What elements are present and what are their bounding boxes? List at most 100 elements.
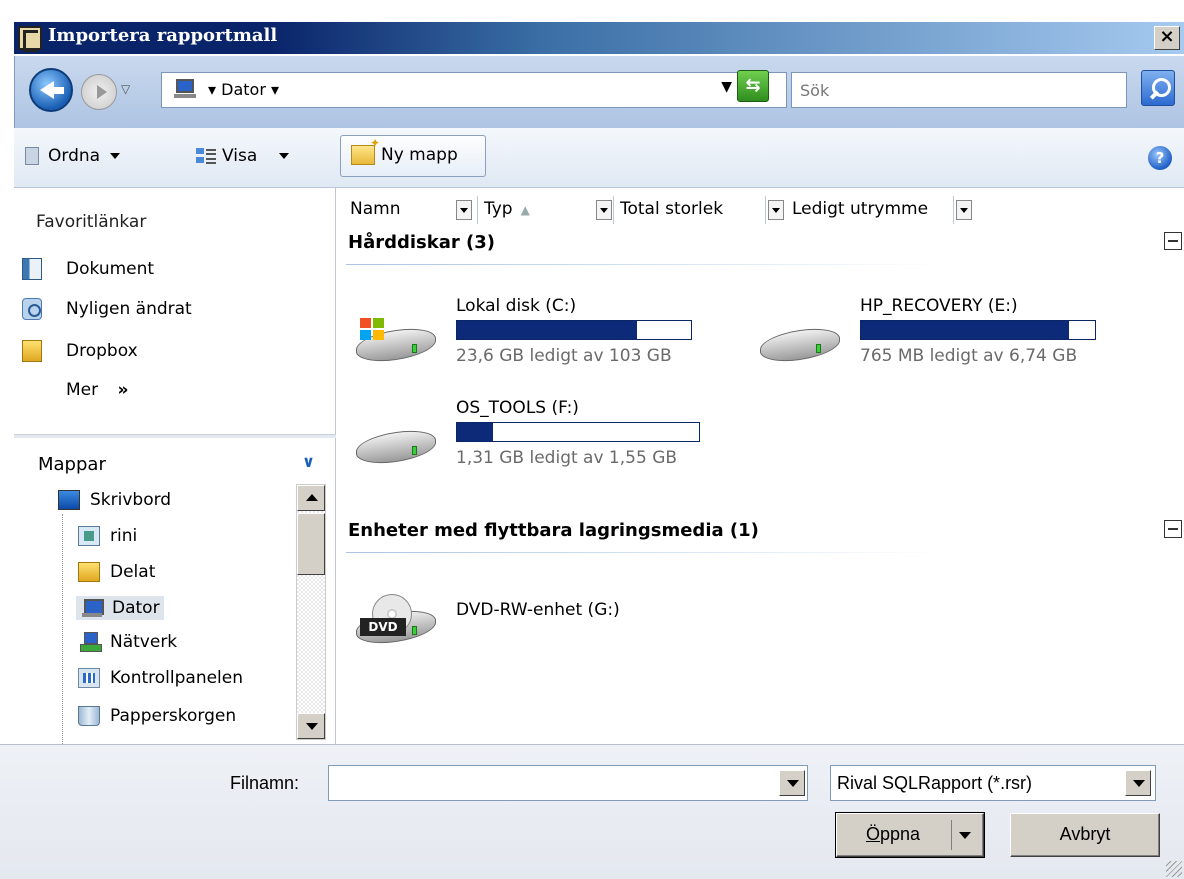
column-filter-dropdown[interactable] [956, 200, 972, 220]
filetype-value: Rival SQLRapport (*.rsr) [837, 773, 1033, 793]
visa-menu[interactable]: Visa [196, 146, 290, 166]
tree-connector [62, 514, 63, 750]
column-filter-dropdown[interactable] [768, 200, 784, 220]
collapse-group-button[interactable] [1164, 520, 1182, 538]
favorite-label: Dokument [66, 259, 155, 279]
new-folder-icon [351, 136, 380, 165]
open-rest: ppna [879, 824, 921, 844]
tree-item-network[interactable]: Nätverk [78, 632, 177, 652]
filename-dropdown-button[interactable] [779, 770, 805, 796]
open-button[interactable]: Öppna [836, 813, 984, 857]
group-header-hard-disks[interactable]: Hårddiskar (3) [348, 232, 495, 253]
recent-pages-dropdown-icon[interactable]: ▽ [121, 82, 130, 96]
control-panel-icon [78, 668, 100, 688]
chevron-down-icon [279, 153, 290, 159]
group-divider [346, 552, 946, 553]
filename-combobox[interactable] [328, 765, 808, 801]
title-bar-inner[interactable]: Importera rapportmall × [14, 22, 1184, 54]
pane-divider[interactable] [14, 434, 336, 438]
column-filter-dropdown[interactable] [456, 200, 472, 220]
column-header-total-size[interactable]: Total storlek [614, 196, 766, 224]
scroll-down-button[interactable] [297, 713, 325, 739]
column-header-type[interactable]: Typ ▲ [478, 196, 614, 224]
drive-usage-bar [456, 422, 700, 442]
column-label: Total storlek [620, 199, 724, 219]
filetype-select[interactable]: Rival SQLRapport (*.rsr) [830, 765, 1156, 801]
tree-item-computer[interactable]: Dator [76, 596, 164, 620]
breadcrumb[interactable]: ▾ Dator ▾ [208, 80, 279, 99]
app-icon [18, 26, 42, 52]
more-label: Mer [66, 380, 99, 400]
chevron-down-icon [110, 153, 121, 159]
address-bar: ▽ ▾ Dator ▾ ▼ ⇆ [14, 56, 1184, 128]
new-folder-label: Ny mapp [381, 145, 458, 165]
column-filter-dropdown[interactable] [596, 200, 612, 220]
favorites-header: Favoritlänkar [36, 212, 147, 232]
cancel-button[interactable]: Avbryt [1010, 813, 1160, 857]
close-button[interactable]: × [1154, 26, 1180, 50]
recent-icon [22, 298, 42, 320]
tree-item-control-panel[interactable]: Kontrollpanelen [78, 668, 243, 688]
drive-free-space: 765 MB ledigt av 6,74 GB [860, 346, 1078, 366]
title-bar: Importera rapportmall × [0, 0, 1184, 58]
scroll-thumb[interactable] [297, 513, 325, 575]
hard-disk-icon [758, 314, 844, 368]
search-input[interactable] [792, 73, 1126, 107]
ordna-menu[interactable]: Ordna [22, 146, 121, 166]
group-header-removable[interactable]: Enheter med flyttbara lagringsmedia (1) [348, 520, 759, 541]
column-header-free-space[interactable]: Ledigt utrymme [786, 196, 954, 224]
folders-header[interactable]: Mappar [38, 454, 106, 475]
computer-icon [80, 598, 104, 618]
drive-usage-bar [456, 320, 692, 340]
search-icon[interactable] [1141, 70, 1175, 106]
back-button[interactable] [29, 68, 73, 112]
chevron-down-icon[interactable]: ∨ [302, 452, 315, 471]
hard-disk-icon [354, 416, 440, 470]
drive-name: DVD-RW-enhet (G:) [456, 600, 620, 620]
folders-scrollbar[interactable] [296, 484, 326, 740]
drive-item-g[interactable]: DVD DVD-RW-enhet (G:) [354, 578, 714, 662]
filename-input[interactable] [329, 766, 769, 800]
scroll-up-button[interactable] [297, 485, 325, 511]
tree-item-recycle-bin[interactable]: Papperskorgen [78, 706, 236, 726]
folder-icon [22, 340, 42, 362]
favorite-item-recent[interactable]: Nyligen ändrat [22, 298, 192, 320]
folder-icon [78, 562, 100, 582]
breadcrumb-computer[interactable]: Dator [221, 80, 266, 99]
drive-usage-bar [860, 320, 1096, 340]
tree-label: Papperskorgen [110, 706, 237, 726]
tree-item-user[interactable]: rini [78, 526, 137, 546]
drive-item-f[interactable]: OS_TOOLS (F:) 1,31 GB ledigt av 1,55 GB [354, 398, 714, 482]
drive-usage-fill [457, 423, 494, 441]
new-folder-button[interactable]: Ny mapp [340, 135, 486, 177]
forward-button[interactable] [81, 74, 117, 110]
more-favorites-link[interactable]: Mer » [66, 380, 129, 400]
address-dropdown-icon[interactable]: ▼ [721, 79, 732, 95]
help-icon[interactable]: ? [1148, 146, 1172, 170]
tree-item-desktop[interactable]: Skrivbord [58, 490, 171, 510]
favorite-item-dropbox[interactable]: Dropbox [22, 340, 138, 362]
resize-grip[interactable] [1166, 861, 1182, 877]
tree-label: Kontrollpanelen [110, 668, 244, 688]
tree-item-shared[interactable]: Delat [78, 562, 155, 582]
documents-icon [22, 258, 42, 280]
navigation-pane: Favoritlänkar Dokument Nyligen ändrat Dr… [14, 188, 336, 750]
window-title: Importera rapportmall [48, 25, 278, 46]
file-list: Namn Typ ▲ Total storlek Ledigt utrymme H… [338, 188, 1184, 744]
ordna-label: Ordna [48, 146, 101, 166]
open-options-dropdown[interactable] [951, 820, 977, 850]
drive-item-e[interactable]: HP_RECOVERY (E:) 765 MB ledigt av 6,74 G… [758, 296, 1118, 380]
open-label: Öppna [837, 824, 949, 845]
dvd-badge: DVD [360, 618, 406, 636]
refresh-button[interactable]: ⇆ [737, 70, 769, 102]
favorite-label: Dropbox [66, 341, 138, 361]
collapse-group-button[interactable] [1164, 232, 1182, 250]
drive-free-space: 1,31 GB ledigt av 1,55 GB [456, 448, 678, 468]
address-field[interactable]: ▾ Dator ▾ ▼ [161, 72, 787, 108]
drive-usage-fill [457, 321, 638, 339]
drive-item-c[interactable]: Lokal disk (C:) 23,6 GB ledigt av 103 GB [354, 296, 714, 380]
favorite-item-documents[interactable]: Dokument [22, 258, 154, 280]
views-icon [196, 146, 216, 166]
filetype-dropdown-button[interactable] [1125, 770, 1151, 796]
search-field[interactable] [791, 72, 1127, 108]
